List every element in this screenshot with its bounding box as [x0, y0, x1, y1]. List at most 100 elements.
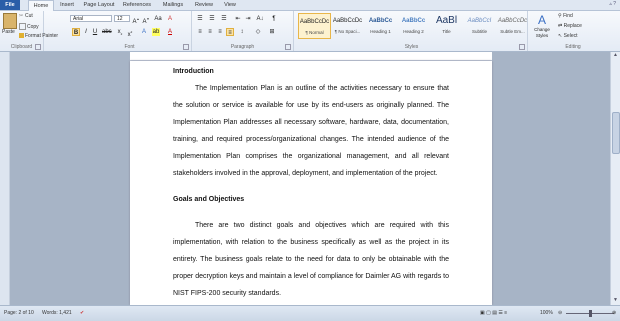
cut-button[interactable]: ✂ Cut	[19, 13, 33, 19]
bullets-icon[interactable]: ☰	[196, 15, 204, 23]
align-center-icon[interactable]: ≡	[206, 28, 214, 36]
full-screen-icon[interactable]: ▢	[486, 310, 491, 316]
style-preview: AaBl	[435, 15, 458, 26]
bold-button[interactable]: B	[72, 28, 80, 36]
minimize-ribbon-icon[interactable]: ▵ ?	[609, 1, 616, 7]
justify-icon[interactable]: ≡	[226, 28, 234, 36]
styles-launcher-icon[interactable]	[519, 44, 525, 50]
find-button[interactable]: ⚲ Find	[558, 13, 573, 19]
horizontal-ruler[interactable]	[130, 52, 492, 61]
help-icon[interactable]: ?	[613, 1, 616, 7]
heading-goals-objectives: Goals and Objectives	[173, 196, 245, 203]
outline-icon[interactable]: ☰	[498, 310, 502, 316]
tab-view[interactable]: View	[221, 0, 239, 10]
align-left-icon[interactable]: ≡	[196, 28, 204, 36]
sort-icon[interactable]: A↓	[256, 15, 264, 23]
zoom-out-icon[interactable]: ⊖	[558, 306, 562, 321]
styles-group-label: Styles	[404, 44, 419, 50]
print-layout-icon[interactable]: ▣	[480, 310, 485, 316]
style-heading-1[interactable]: AaBbCc Heading 1	[364, 13, 397, 39]
ribbon: Paste ✂ Cut Copy Format Painter Clipboard…	[0, 11, 620, 52]
tab-file[interactable]: File	[0, 0, 20, 10]
tab-references[interactable]: References	[121, 0, 153, 10]
shading-icon[interactable]: ◇	[254, 28, 262, 36]
line-spacing-icon[interactable]: ↕	[238, 28, 246, 36]
paragraph-group-label: Paragraph	[230, 44, 255, 50]
scroll-down-icon[interactable]: ▼	[611, 297, 620, 305]
font-group-label: Font	[124, 44, 135, 50]
tab-mailings[interactable]: Mailings	[159, 0, 187, 10]
style-name: Subtitle	[471, 29, 487, 34]
text-effects-icon[interactable]: A	[140, 28, 148, 36]
style-preview: AaBbCcDc	[299, 19, 330, 25]
font-size-combo[interactable]: 12	[114, 15, 130, 22]
strikethrough-button[interactable]: abc	[102, 28, 112, 36]
highlight-icon[interactable]: ab	[152, 28, 160, 36]
change-styles-button[interactable]: A Change Styles	[530, 13, 554, 47]
tab-insert[interactable]: Insert	[56, 0, 78, 10]
style-preview: AaBbCc	[368, 18, 393, 24]
style-name: Subtle Em...	[500, 29, 525, 34]
style-normal[interactable]: AaBbCcDc ¶ Normal	[298, 13, 331, 39]
paragraph-introduction: The Implementation Plan is an outline of…	[173, 85, 449, 177]
style-name: Heading 1	[370, 29, 391, 34]
style-title[interactable]: AaBl Title	[430, 13, 463, 39]
subscript-button[interactable]: x2	[116, 28, 124, 36]
decrease-indent-icon[interactable]: ⇤	[234, 15, 242, 23]
tab-page-layout[interactable]: Page Layout	[83, 0, 115, 10]
change-case-icon[interactable]: Aa	[154, 15, 162, 23]
copy-button[interactable]: Copy	[19, 23, 39, 30]
tab-home[interactable]: Home	[28, 0, 54, 11]
font-name-combo[interactable]: Arial	[70, 15, 112, 22]
proofing-icon[interactable]: ✔	[80, 306, 84, 321]
change-styles-label: Change Styles	[534, 27, 550, 38]
draft-icon[interactable]: ≡	[504, 310, 507, 316]
style-heading-2[interactable]: AaBbCc Heading 2	[397, 13, 430, 39]
scroll-up-icon[interactable]: ▲	[611, 52, 620, 60]
paste-button[interactable]: Paste	[2, 29, 15, 35]
scrollbar-thumb[interactable]	[612, 112, 620, 154]
clipboard-launcher-icon[interactable]	[35, 44, 41, 50]
select-button[interactable]: ↖ Select	[558, 33, 578, 39]
superscript-button[interactable]: x2	[126, 28, 134, 38]
increase-indent-icon[interactable]: ⇥	[244, 15, 252, 23]
paragraph-goals: There are two distinct goals and objecti…	[173, 222, 449, 297]
clear-formatting-icon[interactable]: A	[166, 15, 174, 23]
cut-label: Cut	[25, 13, 33, 19]
zoom-level[interactable]: 100%	[540, 306, 553, 321]
italic-button[interactable]: I	[82, 28, 90, 36]
editing-group-label: Editing	[565, 44, 581, 50]
replace-button[interactable]: ⇄ Replace	[558, 23, 582, 29]
style-name: ¶ Normal	[305, 30, 324, 35]
multilevel-list-icon[interactable]: ☰	[220, 15, 228, 23]
format-painter-label: Format Painter	[25, 33, 59, 39]
font-launcher-icon[interactable]	[183, 44, 189, 50]
borders-icon[interactable]: ⊞	[268, 28, 276, 36]
document-body[interactable]: Introduction The Implementation Plan is …	[173, 63, 449, 302]
zoom-slider-knob[interactable]	[589, 310, 592, 317]
page-count[interactable]: Page: 2 of 10	[4, 306, 34, 321]
style-subtle-emphasis[interactable]: AaBbCcDc Subtle Em...	[496, 13, 529, 39]
change-styles-icon: A	[537, 13, 546, 27]
paste-icon[interactable]	[3, 13, 17, 29]
zoom-in-icon[interactable]: ⊕	[612, 306, 616, 321]
grow-font-icon[interactable]: A▲	[132, 15, 140, 25]
format-painter-button[interactable]: Format Painter	[19, 33, 58, 39]
underline-button[interactable]: U	[91, 28, 99, 36]
clipboard-group: Paste ✂ Cut Copy Format Painter Clipboard	[0, 11, 58, 51]
view-buttons: ▣ ▢ ▤ ☰ ≡	[480, 306, 507, 321]
font-color-icon[interactable]: A	[166, 28, 174, 36]
show-formatting-icon[interactable]: ¶	[270, 15, 278, 23]
paragraph-launcher-icon[interactable]	[285, 44, 291, 50]
document-page[interactable]: Introduction The Implementation Plan is …	[130, 61, 492, 305]
web-layout-icon[interactable]: ▤	[492, 310, 497, 316]
style-no-spacing[interactable]: AaBbCcDc ¶ No Spaci...	[331, 13, 364, 39]
tab-review[interactable]: Review	[193, 0, 215, 10]
style-preview: AaBbCcI	[467, 18, 492, 24]
align-right-icon[interactable]: ≡	[216, 28, 224, 36]
shrink-font-icon[interactable]: A▼	[142, 15, 150, 25]
vertical-scrollbar[interactable]: ▲ ▼	[610, 52, 620, 305]
numbering-icon[interactable]: ☰	[208, 15, 216, 23]
word-count[interactable]: Words: 1,421	[42, 306, 72, 321]
style-subtitle[interactable]: AaBbCcI Subtitle	[463, 13, 496, 39]
